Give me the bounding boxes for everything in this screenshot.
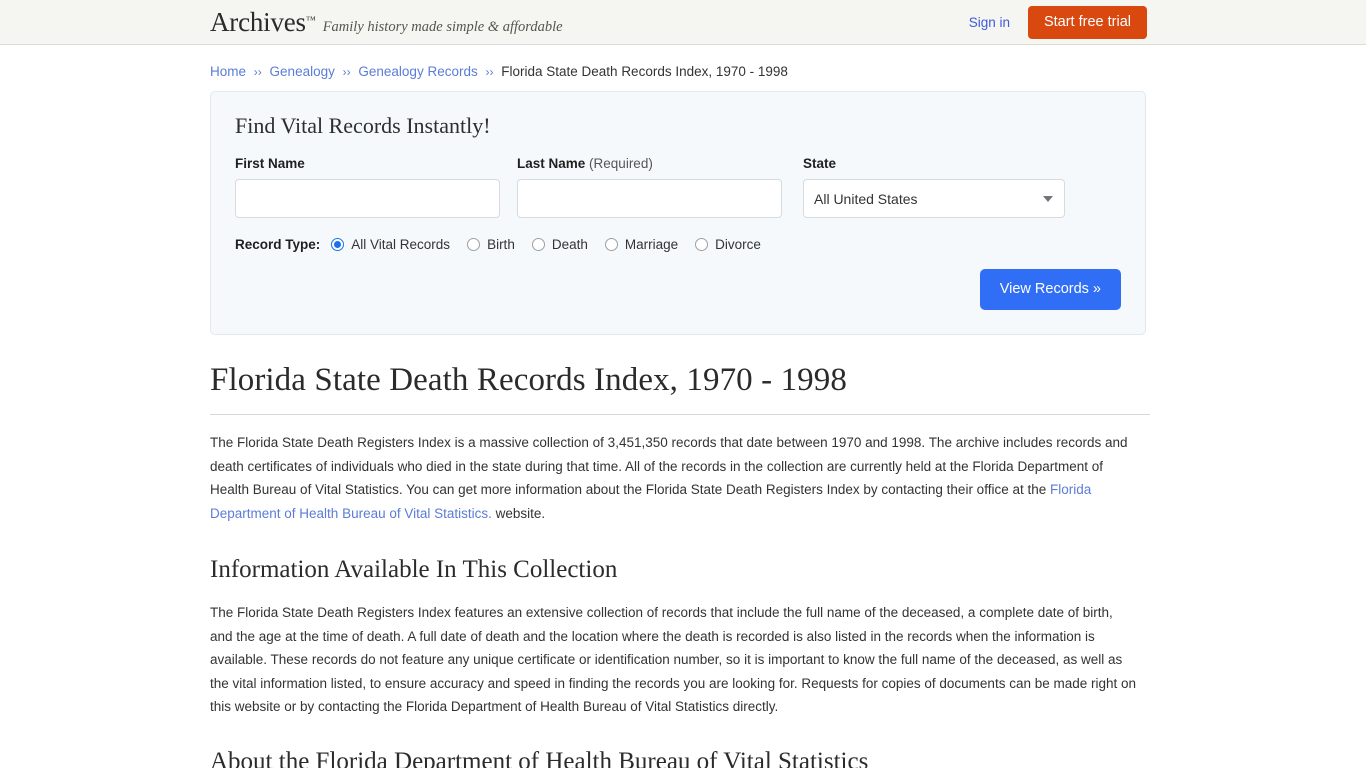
radio-divorce[interactable]: Divorce bbox=[695, 237, 761, 252]
radio-icon bbox=[604, 238, 618, 252]
state-field-group: State All United States bbox=[803, 156, 1065, 219]
trademark-icon: ™ bbox=[305, 14, 316, 26]
radio-label-marriage: Marriage bbox=[624, 237, 679, 253]
last-name-label: Last Name (Required) bbox=[517, 156, 782, 171]
breadcrumb-item-genealogy-records[interactable]: Genealogy Records bbox=[358, 64, 477, 79]
breadcrumb-item-current: Florida State Death Records Index, 1970 … bbox=[501, 64, 788, 79]
breadcrumb-separator-icon: ›› bbox=[342, 65, 351, 79]
breadcrumb-item-genealogy[interactable]: Genealogy bbox=[270, 64, 335, 79]
intro-text-part-1: The Florida State Death Registers Index … bbox=[210, 435, 1128, 498]
record-type-label: Record Type: bbox=[235, 237, 321, 253]
vital-records-search-panel: Find Vital Records Instantly! First Name… bbox=[210, 91, 1146, 335]
record-type-row: Record Type: All Vital Records Birth Dea… bbox=[235, 237, 1121, 252]
article: Florida State Death Records Index, 1970 … bbox=[210, 361, 1150, 768]
radio-death[interactable]: Death bbox=[531, 237, 588, 253]
breadcrumb: Home ›› Genealogy ›› Genealogy Records ›… bbox=[210, 45, 1156, 83]
radio-icon-checked bbox=[331, 238, 345, 252]
search-fields-row: First Name Last Name (Required) State Al… bbox=[235, 156, 1121, 219]
section-heading-about-department: About the Florida Department of Health B… bbox=[210, 747, 869, 768]
brand-logo-text: Archives bbox=[210, 6, 306, 37]
radio-label-birth: Birth bbox=[487, 237, 515, 253]
first-name-label: First Name bbox=[235, 156, 305, 172]
breadcrumb-separator-icon: ›› bbox=[485, 65, 494, 79]
last-name-required-note: (Required) bbox=[589, 156, 653, 172]
start-free-trial-button[interactable]: Start free trial bbox=[1027, 6, 1147, 39]
site-header: Archives ™ Family history made simple & … bbox=[0, 0, 1366, 45]
state-select-wrapper: All United States bbox=[803, 179, 1065, 219]
brand-tagline: Family history made simple & affordable bbox=[322, 18, 563, 35]
last-name-input[interactable] bbox=[517, 179, 782, 219]
radio-all-vital-records[interactable]: All Vital Records bbox=[331, 237, 450, 252]
breadcrumb-item-home[interactable]: Home bbox=[210, 64, 246, 79]
last-name-label-text: Last Name bbox=[517, 156, 586, 172]
first-name-input[interactable] bbox=[235, 179, 500, 219]
last-name-field-group: Last Name (Required) bbox=[517, 156, 782, 219]
radio-marriage[interactable]: Marriage bbox=[604, 237, 679, 253]
radio-icon bbox=[531, 238, 545, 252]
intro-text-part-2: website. bbox=[491, 505, 546, 521]
header-actions: Sign in Start free trial bbox=[969, 0, 1147, 45]
radio-label-divorce: Divorce bbox=[715, 237, 761, 253]
state-label: State bbox=[803, 156, 837, 172]
submit-row: View Records » bbox=[235, 269, 1121, 310]
sign-in-link[interactable]: Sign in bbox=[969, 15, 1010, 30]
search-panel-title: Find Vital Records Instantly! bbox=[235, 113, 491, 138]
title-divider bbox=[210, 414, 1150, 416]
radio-birth[interactable]: Birth bbox=[467, 237, 515, 252]
first-name-field-group: First Name bbox=[235, 156, 500, 219]
section-heading-information-available: Information Available In This Collection bbox=[210, 556, 618, 584]
brand[interactable]: Archives ™ Family history made simple & … bbox=[210, 6, 563, 37]
view-records-button[interactable]: View Records » bbox=[979, 269, 1121, 310]
page-title: Florida State Death Records Index, 1970 … bbox=[210, 361, 847, 398]
radio-icon bbox=[695, 238, 709, 252]
radio-icon bbox=[467, 238, 481, 252]
section-1-paragraph: The Florida State Death Registers Index … bbox=[210, 605, 1137, 715]
intro-paragraph: The Florida State Death Registers Index … bbox=[210, 431, 1138, 525]
state-select[interactable]: All United States bbox=[803, 179, 1065, 219]
radio-label-all-vital-records: All Vital Records bbox=[351, 237, 451, 253]
breadcrumb-separator-icon: ›› bbox=[253, 65, 262, 79]
radio-label-death: Death bbox=[551, 237, 588, 253]
